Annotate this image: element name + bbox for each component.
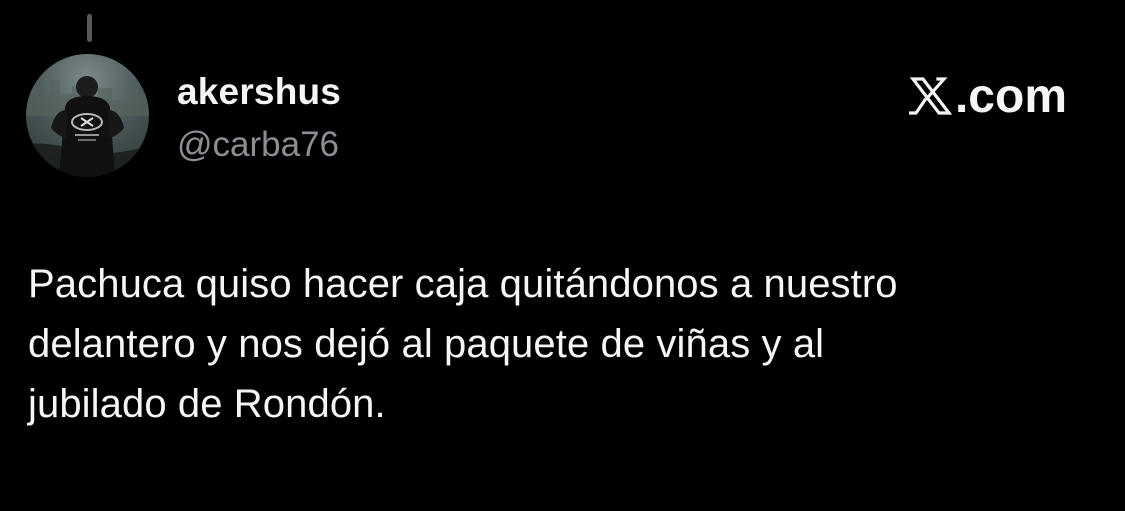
user-avatar-icon (26, 76, 149, 177)
user-handle[interactable]: @carba76 (177, 124, 339, 166)
x-logo-icon (908, 75, 953, 117)
display-name[interactable]: akershus (177, 70, 341, 114)
tweet-text-line: jubilado de Rondón. (28, 382, 386, 426)
avatar[interactable] (26, 54, 149, 177)
brand-label: .com (954, 69, 1067, 123)
thread-line (87, 14, 92, 42)
brand-logo[interactable]: .com (908, 69, 1067, 123)
tweet-text-line: delantero y nos dejó al paquete de viñas… (28, 322, 825, 366)
tweet-text-line: Pachuca quiso hacer caja quitándonos a n… (28, 262, 898, 306)
tweet-text: Pachuca quiso hacer caja quitándonos a n… (28, 254, 1098, 434)
